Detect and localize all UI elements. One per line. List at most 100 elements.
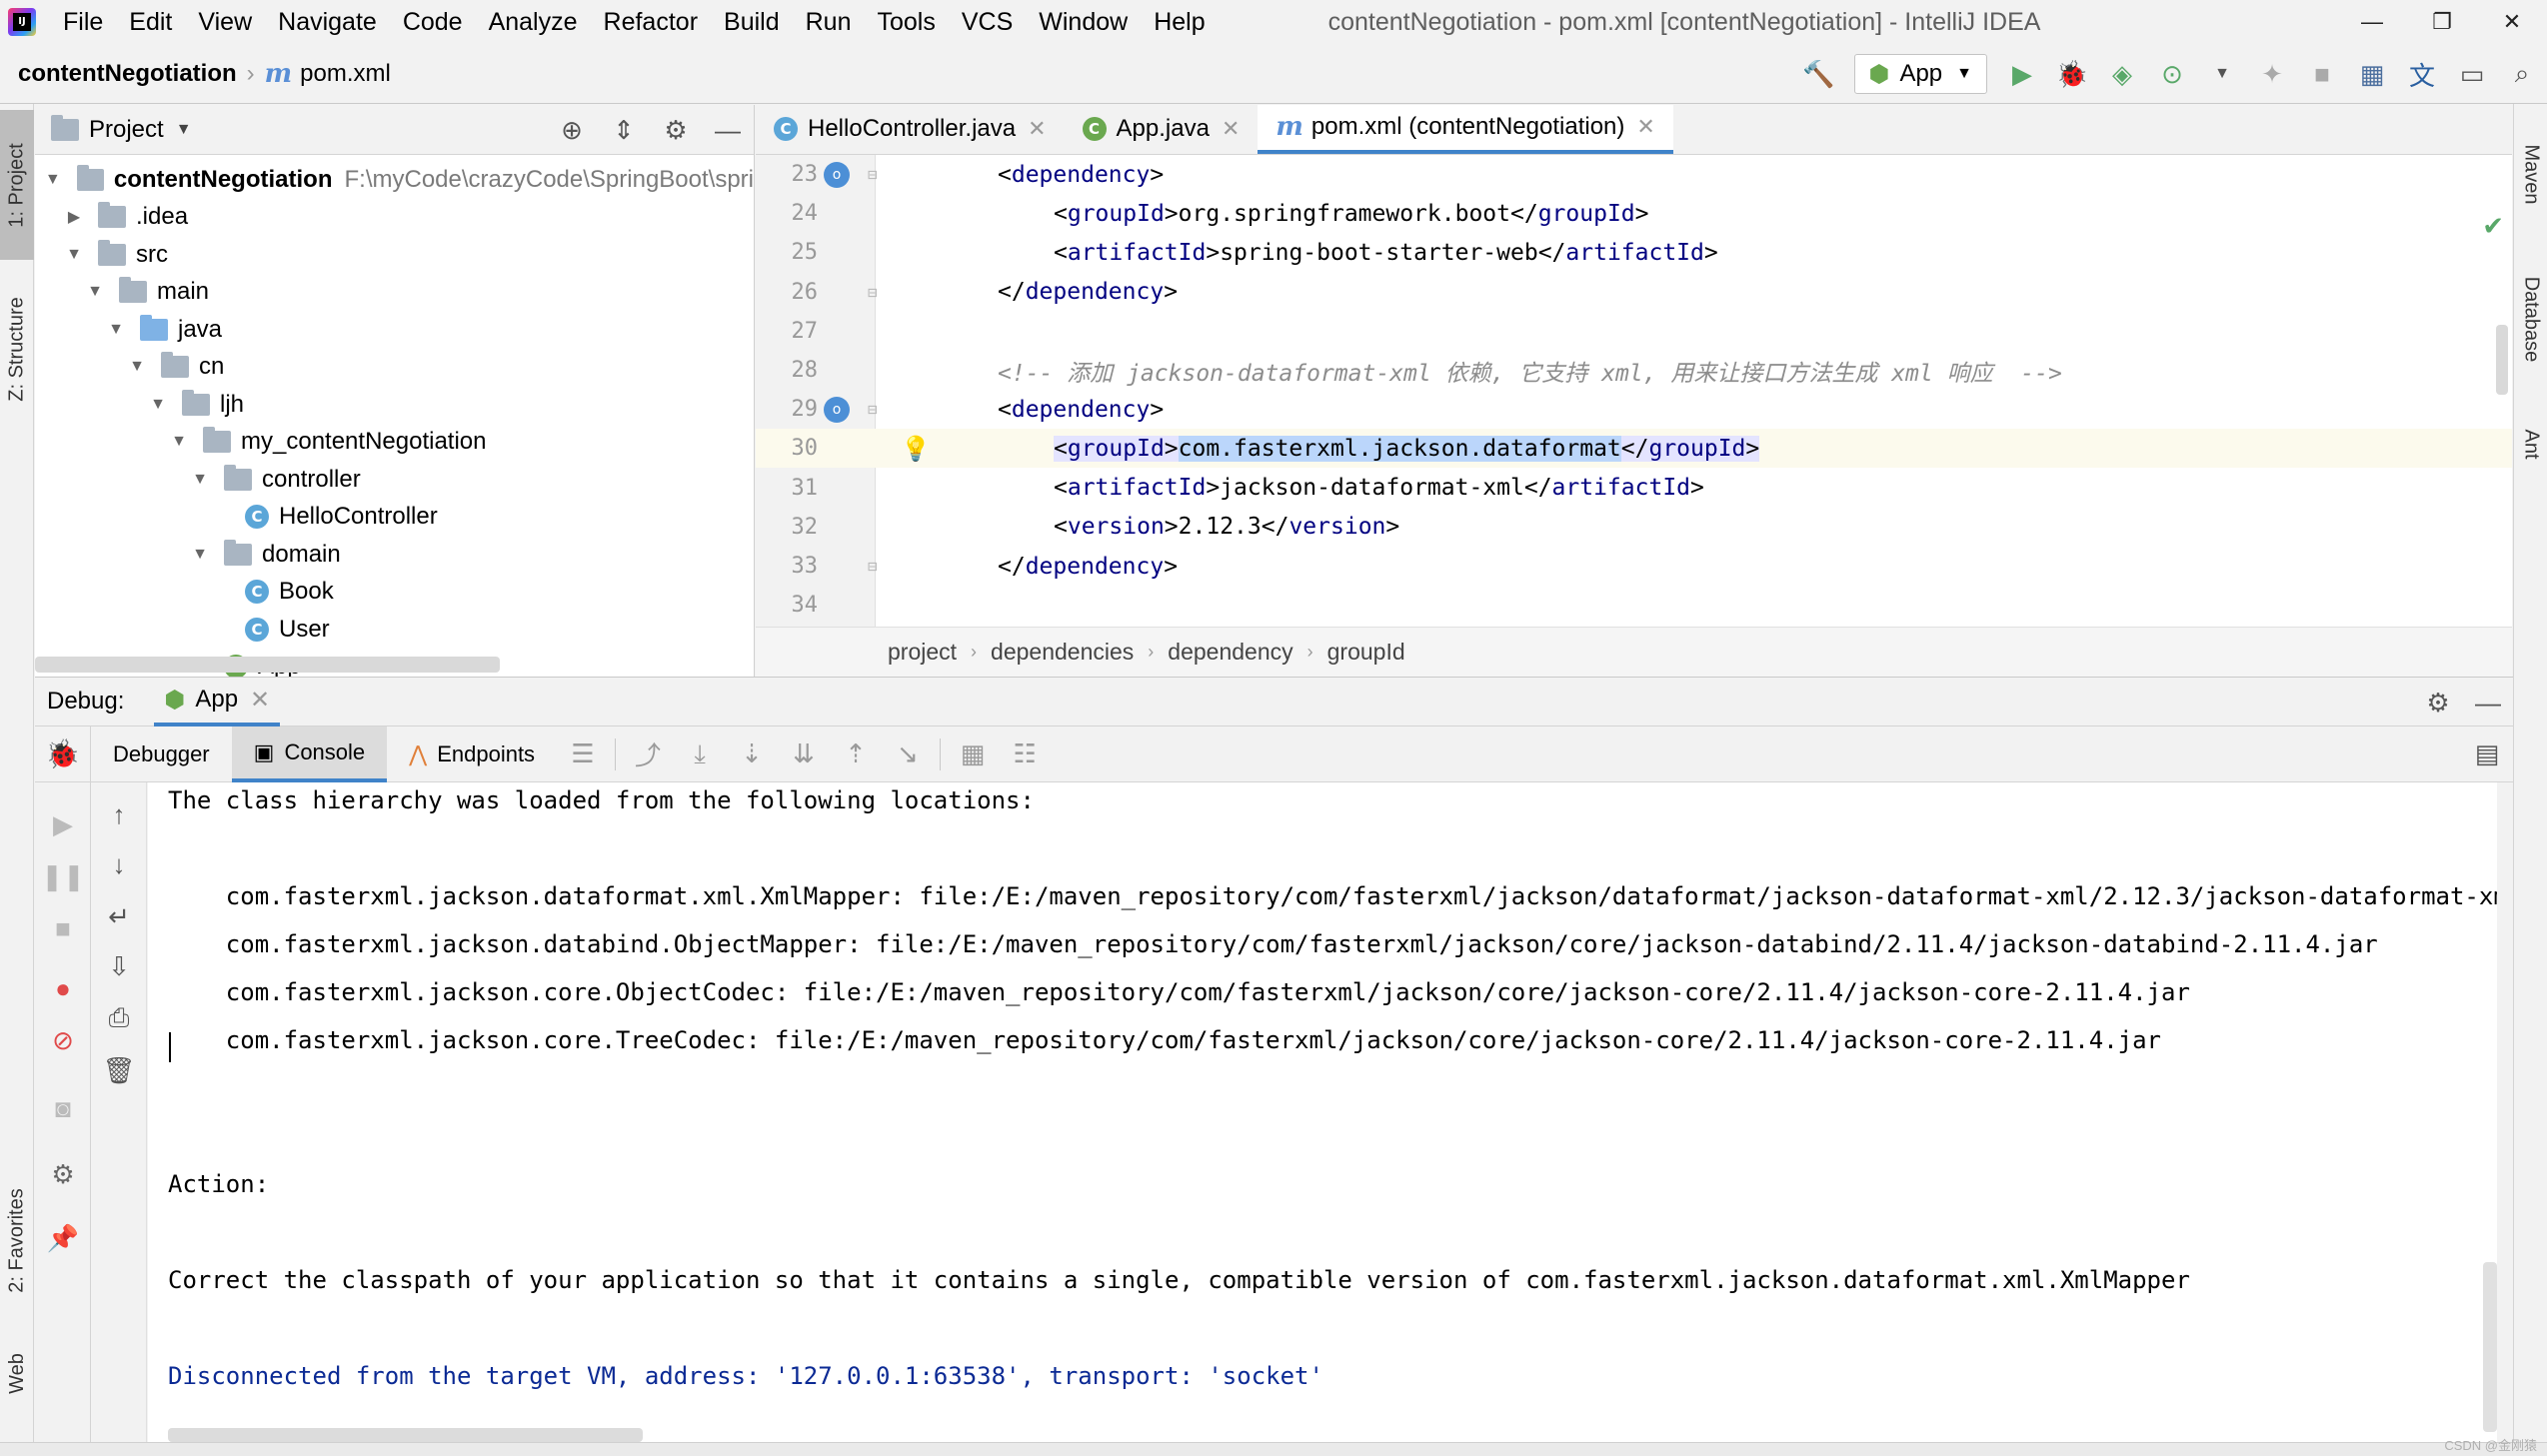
chevron-down-icon[interactable]: ▼ [106, 321, 126, 339]
tree-item-src[interactable]: ▼ src [35, 236, 754, 274]
step-into-icon[interactable]: ⇣ [726, 727, 778, 782]
project-view-select[interactable]: Project [89, 116, 164, 144]
fold-icon[interactable]: ⊟ [868, 557, 878, 576]
lightbulb-icon[interactable]: 💡 [901, 435, 931, 463]
fold-icon[interactable]: ⊟ [868, 400, 878, 419]
layout-settings-icon[interactable]: ▤ [2461, 727, 2513, 782]
vertical-scrollbar[interactable] [2496, 325, 2508, 395]
tree-item-cn[interactable]: ▼ cn [35, 349, 754, 387]
tool-tab-structure[interactable]: Z: Structure [0, 274, 34, 424]
resume-icon[interactable]: ▶ [35, 804, 91, 844]
collapse-all-icon[interactable]: ⇕ [598, 105, 650, 155]
debug-bug-icon[interactable]: 🐞 [2047, 49, 2097, 99]
tree-item-domain[interactable]: ▼ domain [35, 536, 754, 574]
menu-refactor[interactable]: Refactor [591, 8, 711, 37]
code-area[interactable]: 23 o ⊟ <dependency> 24 <groupId>org.springfra… [756, 155, 2512, 627]
translate-icon[interactable]: 文 [2397, 49, 2447, 99]
nav-project-crumb[interactable]: contentNegotiation [18, 60, 237, 88]
tool-tab-web[interactable]: Web [0, 1338, 34, 1408]
view-breakpoints-icon[interactable]: ● [35, 968, 91, 1008]
menu-vcs[interactable]: VCS [949, 8, 1026, 37]
close-icon[interactable]: ✕ [1028, 116, 1046, 142]
menu-build[interactable]: Build [711, 8, 793, 37]
menu-window[interactable]: Window [1026, 8, 1141, 37]
trash-icon[interactable]: 🗑 [91, 1050, 147, 1090]
override-icon[interactable]: o [824, 161, 850, 188]
print-icon[interactable]: ⎙ [91, 998, 147, 1038]
tree-item--idea[interactable]: ▶ .idea [35, 199, 754, 237]
nav-file-crumb[interactable]: pom.xml [300, 60, 391, 88]
arrow-down-icon[interactable]: ↓ [91, 844, 147, 884]
minimize-button[interactable]: — [2337, 0, 2407, 44]
chevron-down-icon[interactable]: ▼ [64, 246, 84, 264]
tree-item-my-contentnegotiation[interactable]: ▼ my_contentNegotiation [35, 424, 754, 462]
chevron-down-icon[interactable]: ▼ [43, 171, 63, 189]
gear-icon[interactable]: ⚙ [2413, 678, 2463, 728]
console-output[interactable]: The class hierarchy was loaded from the … [148, 782, 2497, 1442]
hide-panel-icon[interactable]: — [702, 105, 754, 155]
chevron-right-icon[interactable]: ▶ [64, 207, 84, 227]
tool-tab-favorites[interactable]: 2: Favorites [0, 1158, 34, 1323]
chevron-down-icon[interactable]: ▼ [190, 546, 210, 564]
override-icon[interactable]: o [824, 396, 850, 423]
chevron-down-icon[interactable]: ▼ [190, 471, 210, 489]
breadcrumb-item[interactable]: groupId [1327, 639, 1405, 666]
mute-breakpoints-icon[interactable]: ⊘ [35, 1020, 91, 1060]
arrow-up-icon[interactable]: ↑ [91, 794, 147, 834]
presentation-mode-icon[interactable]: ▭ [2447, 49, 2497, 99]
soft-wrap-icon[interactable]: ↵ [91, 896, 147, 936]
tree-item-main[interactable]: ▼ main [35, 274, 754, 312]
rerun-debug-icon[interactable]: 🐞 [35, 726, 91, 782]
run-to-cursor-icon[interactable]: ↘ [882, 727, 934, 782]
inspection-ok-icon[interactable]: ✔ [2482, 211, 2504, 242]
scroll-to-end-icon[interactable]: ⇩ [91, 946, 147, 986]
force-step-into-icon[interactable]: ⇊ [778, 727, 830, 782]
tree-item-ljh[interactable]: ▼ ljh [35, 386, 754, 424]
maximize-button[interactable]: ❐ [2407, 0, 2477, 44]
pause-icon[interactable]: ❚❚ [35, 856, 91, 896]
tool-tab-ant[interactable]: Ant [2514, 404, 2547, 484]
vertical-scrollbar[interactable] [2483, 1262, 2497, 1432]
run-configuration-select[interactable]: ⬢ App ▼ [1853, 54, 1987, 94]
step-over-icon[interactable]: ⤓ [674, 727, 726, 782]
debug-session-tab[interactable]: ⬢ App ✕ [154, 677, 281, 727]
hide-panel-icon[interactable]: — [2463, 678, 2513, 728]
close-window-button[interactable]: ✕ [2477, 0, 2547, 44]
close-icon[interactable]: ✕ [1222, 116, 1240, 142]
menu-lines-icon[interactable]: ☰ [557, 727, 609, 782]
fold-icon[interactable]: ⊟ [868, 283, 878, 302]
menu-file[interactable]: File [50, 8, 116, 37]
menu-run[interactable]: Run [793, 8, 865, 37]
tree-item-contentnegotiation[interactable]: ▼ contentNegotiation F:\myCode\crazyCode\S… [35, 161, 754, 199]
editor-tab[interactable]: C HelloController.java ✕ [756, 105, 1065, 154]
build-hammer-icon[interactable]: 🔨 [1794, 49, 1844, 99]
profile-icon[interactable]: ⊙ [2147, 49, 2197, 99]
tree-item-book[interactable]: C Book [35, 574, 754, 612]
menu-view[interactable]: View [185, 8, 265, 37]
editor-tab[interactable]: m pom.xml (contentNegotiation) ✕ [1258, 105, 1673, 154]
menu-analyze[interactable]: Analyze [476, 8, 591, 37]
editor-tab[interactable]: C App.java ✕ [1065, 105, 1259, 154]
search-icon[interactable]: ⌕ [2497, 49, 2547, 99]
horizontal-scrollbar[interactable] [35, 657, 500, 673]
chevron-down-icon[interactable]: ▼ [176, 121, 192, 139]
chevron-down-icon[interactable]: ▼ [169, 433, 189, 451]
tool-tab-project[interactable]: 1: Project [0, 110, 34, 260]
tree-item-hellocontroller[interactable]: C HelloController [35, 499, 754, 537]
menu-edit[interactable]: Edit [116, 8, 185, 37]
menu-tools[interactable]: Tools [864, 8, 948, 37]
menu-help[interactable]: Help [1141, 8, 1218, 37]
horizontal-scrollbar[interactable] [168, 1428, 643, 1442]
chevron-down-icon[interactable]: ▼ [2197, 49, 2247, 99]
tool-tab-maven[interactable]: Maven [2514, 114, 2547, 234]
step-out-icon[interactable]: ⇡ [830, 727, 882, 782]
chevron-down-icon[interactable]: ▼ [127, 358, 147, 376]
chevron-down-icon[interactable]: ▼ [85, 283, 105, 301]
camera-icon[interactable]: ◙ [35, 1088, 91, 1128]
trace-stream-icon[interactable]: ☷ [999, 727, 1051, 782]
close-icon[interactable]: ✕ [1636, 114, 1654, 140]
tree-item-user[interactable]: C User [35, 611, 754, 649]
coverage-icon[interactable]: ◈ [2097, 49, 2147, 99]
attach-debugger-icon[interactable]: ✦ [2247, 49, 2297, 99]
project-structure-icon[interactable]: ▦ [2347, 49, 2397, 99]
